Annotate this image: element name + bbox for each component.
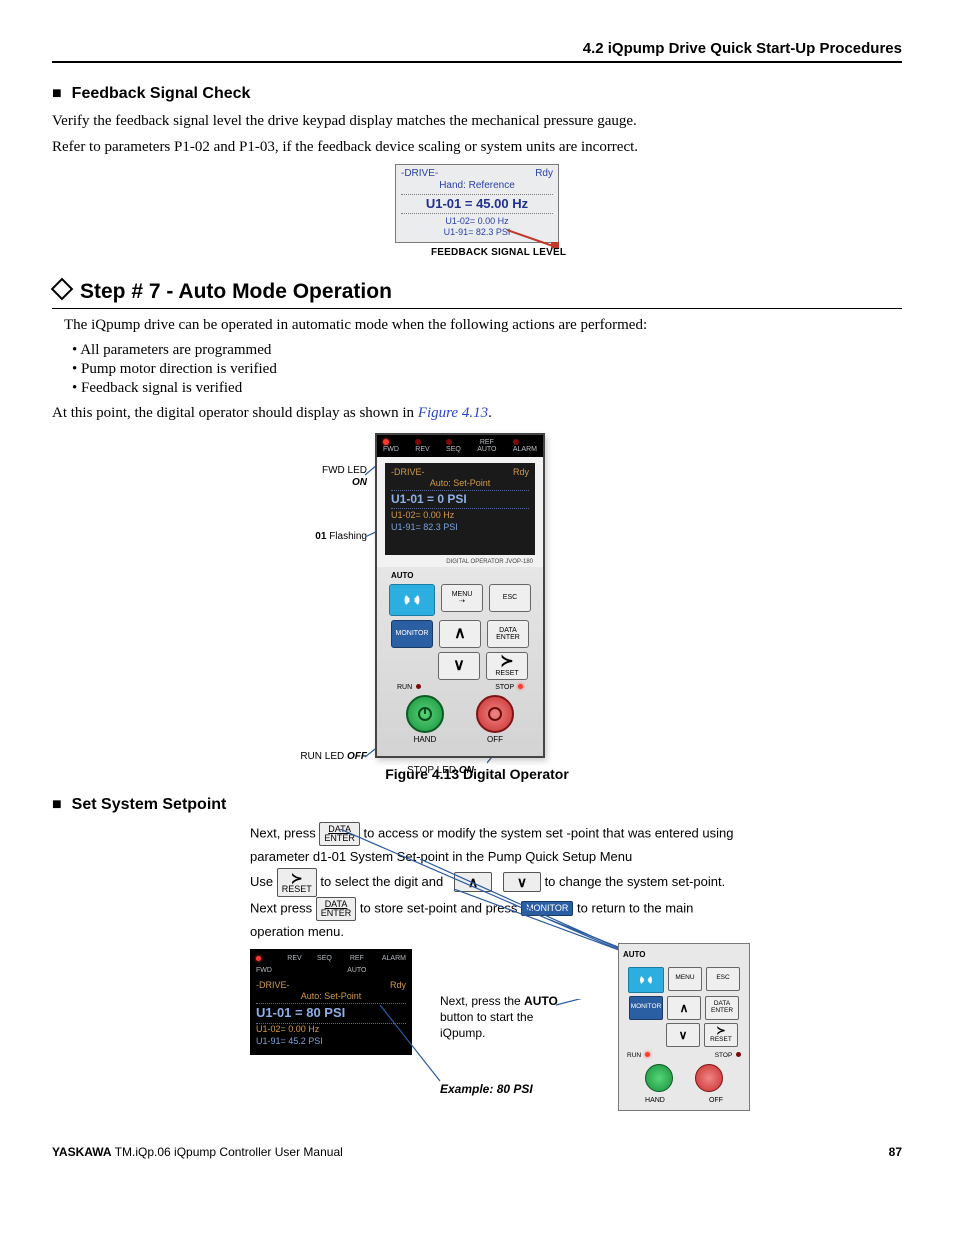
esc-button[interactable]: ESC bbox=[489, 584, 531, 612]
down-button[interactable]: ∨ bbox=[666, 1023, 700, 1047]
square-bullet-icon: ■ bbox=[52, 85, 62, 102]
menu-button[interactable]: MENU⇢ bbox=[441, 584, 483, 612]
feedback-p2: Refer to parameters P1-02 and P1-03, if … bbox=[52, 137, 902, 157]
operator-figure: FWD LEDON 01 Flashing RUN LED OFF STOP L… bbox=[177, 433, 777, 758]
data-enter-button[interactable]: DATAENTER bbox=[319, 822, 360, 846]
monitor-button[interactable]: MONITOR bbox=[391, 620, 433, 648]
setpoint-lcd: FWD REV SEQ REFAUTO ALARM -DRIVE- Rdy Au… bbox=[250, 949, 412, 1055]
data-enter-button[interactable]: DATAENTER bbox=[316, 897, 357, 921]
lcd-rdy: Rdy bbox=[535, 168, 553, 181]
feedback-p1: Verify the feedback signal level the dri… bbox=[52, 111, 902, 131]
down-button[interactable]: ∨ bbox=[438, 652, 480, 680]
step7-heading: Step # 7 - Auto Mode Operation bbox=[52, 280, 902, 309]
keypad: AUTO MENU⇢ ESC MONITOR ∧ DATAENTER ∨ ≻RE… bbox=[377, 567, 543, 756]
lcd-u101: U1-01 = 45.00 Hz bbox=[401, 194, 553, 214]
feedback-heading: ■Feedback Signal Check bbox=[52, 85, 902, 103]
figure-link[interactable]: Figure 4.13 bbox=[418, 405, 488, 421]
digital-operator: FWD REV SEQ REFAUTO ALARM -DRIVE- Rdy Au… bbox=[375, 433, 545, 758]
auto-note: Next, press the AUTO button to start the… bbox=[440, 993, 580, 1042]
setpoint-heading: ■Set System Setpoint bbox=[52, 796, 902, 814]
square-bullet-icon: ■ bbox=[52, 796, 62, 813]
list-item: • Feedback signal is verified bbox=[72, 380, 902, 397]
led-bar: FWD REV SEQ REFAUTO ALARM bbox=[377, 435, 543, 457]
rev-led-icon bbox=[415, 439, 421, 445]
run-led-icon bbox=[645, 1052, 650, 1057]
example-label: Example: 80 PSI bbox=[440, 1079, 533, 1099]
auto-button[interactable] bbox=[389, 584, 435, 616]
lcd-mode: Hand: Reference bbox=[401, 180, 553, 193]
lcd-u191: U1-91= 82.3 PSI bbox=[401, 227, 553, 238]
up-button[interactable]: ∧ bbox=[667, 996, 701, 1020]
auto-button[interactable] bbox=[628, 967, 664, 993]
monitor-button[interactable]: MONITOR bbox=[521, 901, 573, 916]
reset-button[interactable]: ≻RESET bbox=[704, 1023, 738, 1047]
stop-led-icon bbox=[518, 684, 523, 689]
anno-fwd-led: FWD LEDON bbox=[267, 465, 367, 489]
data-enter-button[interactable]: DATAENTER bbox=[487, 620, 529, 648]
list-item: • Pump motor direction is verified bbox=[72, 361, 902, 378]
page-number: 87 bbox=[889, 1145, 902, 1159]
anno-run-led: RUN LED OFF bbox=[277, 751, 367, 763]
down-button[interactable]: ∨ bbox=[503, 872, 541, 892]
operator-lcd: -DRIVE- Rdy Auto: Set-Point U1-01 = 0 PS… bbox=[385, 463, 535, 555]
anno-stop-led: STOP LED ON bbox=[407, 765, 527, 777]
reset-button[interactable]: ≻RESET bbox=[486, 652, 528, 680]
off-button[interactable] bbox=[695, 1064, 723, 1092]
stop-led-icon bbox=[736, 1052, 741, 1057]
list-item: • All parameters are programmed bbox=[72, 342, 902, 359]
section-number-title: 4.2 iQpump Drive Quick Start-Up Procedur… bbox=[583, 40, 902, 57]
hand-button[interactable] bbox=[645, 1064, 673, 1092]
brand-label: YASKAWA bbox=[52, 1145, 112, 1159]
off-button[interactable] bbox=[476, 695, 514, 733]
step7-intro: The iQpump drive can be operated in auto… bbox=[64, 315, 902, 335]
lcd-u102: U1-02= 0.00 Hz bbox=[401, 216, 553, 227]
feedback-caption: FEEDBACK SIGNAL LEVEL bbox=[227, 247, 727, 258]
seq-led-icon bbox=[446, 439, 452, 445]
menu-button[interactable]: MENU bbox=[668, 967, 702, 991]
fwd-led-icon bbox=[383, 439, 389, 445]
anno-flashing: 01 Flashing bbox=[287, 531, 367, 543]
up-button[interactable]: ∧ bbox=[454, 872, 492, 892]
section-header: 4.2 iQpump Drive Quick Start-Up Procedur… bbox=[52, 40, 902, 63]
setpoint-instructions: Next, press DATAENTER to access or modif… bbox=[250, 822, 770, 1056]
page-footer: YASKAWA TM.iQp.06 iQpump Controller User… bbox=[52, 1145, 902, 1159]
esc-button[interactable]: ESC bbox=[706, 967, 740, 991]
data-enter-button[interactable]: DATAENTER bbox=[705, 996, 739, 1020]
doc-label: TM.iQp.06 iQpump Controller User Manual bbox=[112, 1145, 343, 1159]
mini-keypad: AUTO MENU ESC MONITOR ∧ DATAENTER ∨ ≻RES… bbox=[618, 943, 750, 1112]
step7-bullets: • All parameters are programmed • Pump m… bbox=[72, 342, 902, 397]
hand-button[interactable] bbox=[406, 695, 444, 733]
monitor-button[interactable]: MONITOR bbox=[629, 996, 663, 1020]
fwd-led-icon bbox=[256, 956, 261, 961]
alarm-led-icon bbox=[513, 439, 519, 445]
up-button[interactable]: ∧ bbox=[439, 620, 481, 648]
operator-model-label: DIGITAL OPERATOR JVOP-180 bbox=[377, 559, 543, 567]
reset-button[interactable]: ≻RESET bbox=[277, 868, 317, 897]
diamond-icon bbox=[51, 278, 74, 301]
lcd-drive: -DRIVE- bbox=[401, 168, 438, 181]
step7-after: At this point, the digital operator shou… bbox=[52, 403, 902, 423]
feedback-lcd: -DRIVE- Rdy Hand: Reference U1-01 = 45.0… bbox=[395, 164, 559, 244]
run-led-icon bbox=[416, 684, 421, 689]
